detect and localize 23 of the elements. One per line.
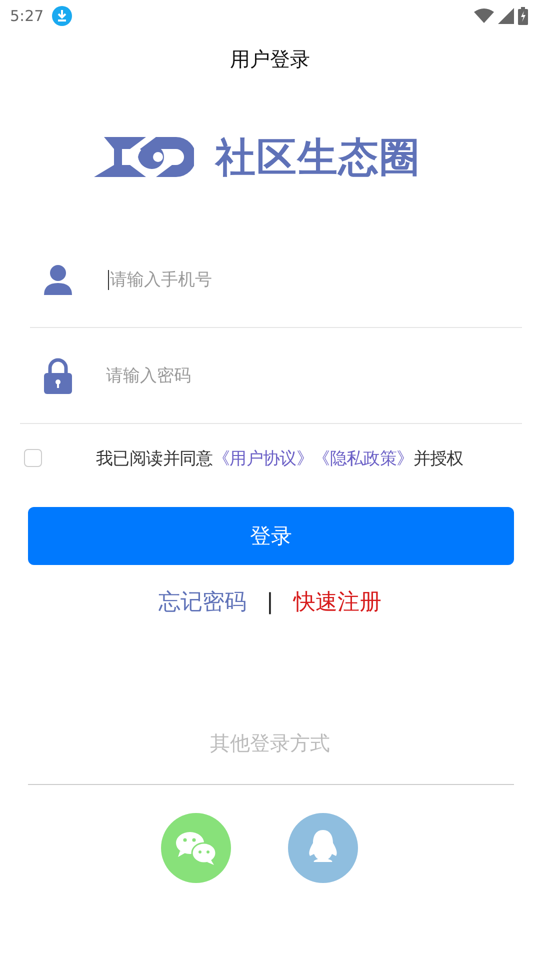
status-time: 5:27 <box>10 7 44 25</box>
battery-icon <box>518 7 528 25</box>
person-icon <box>42 264 74 296</box>
other-login-label: 其他登录方式 <box>209 730 331 757</box>
logo-icon <box>94 135 194 179</box>
lock-icon <box>44 358 72 394</box>
logo-text: 社区生态圈 <box>216 134 420 182</box>
page-title: 用户登录 <box>229 46 311 73</box>
agreement-checkbox[interactable] <box>24 449 42 467</box>
register-link[interactable]: 快速注册 <box>294 587 382 617</box>
signal-icon <box>498 8 514 24</box>
user-agreement-link[interactable]: 《用户协议》 <box>212 448 314 468</box>
forgot-password-link[interactable]: 忘记密码 <box>158 587 246 617</box>
privacy-policy-link[interactable]: 《隐私政策》 <box>313 448 414 468</box>
phone-input-field[interactable]: 请输入手机号 <box>110 270 410 290</box>
separator-text: | <box>266 590 274 614</box>
password-input-field[interactable]: 请输入密码 <box>106 366 406 386</box>
penguin-icon[interactable] <box>288 813 358 883</box>
login-button[interactable]: 登录 <box>28 507 514 565</box>
wechat-chat-bubbles-icon[interactable] <box>160 813 230 883</box>
agreement-text: 我已阅读并同意《用户协议》《隐私政策》并授权 <box>96 448 464 470</box>
wifi-icon <box>474 8 494 24</box>
download-icon <box>52 6 72 26</box>
